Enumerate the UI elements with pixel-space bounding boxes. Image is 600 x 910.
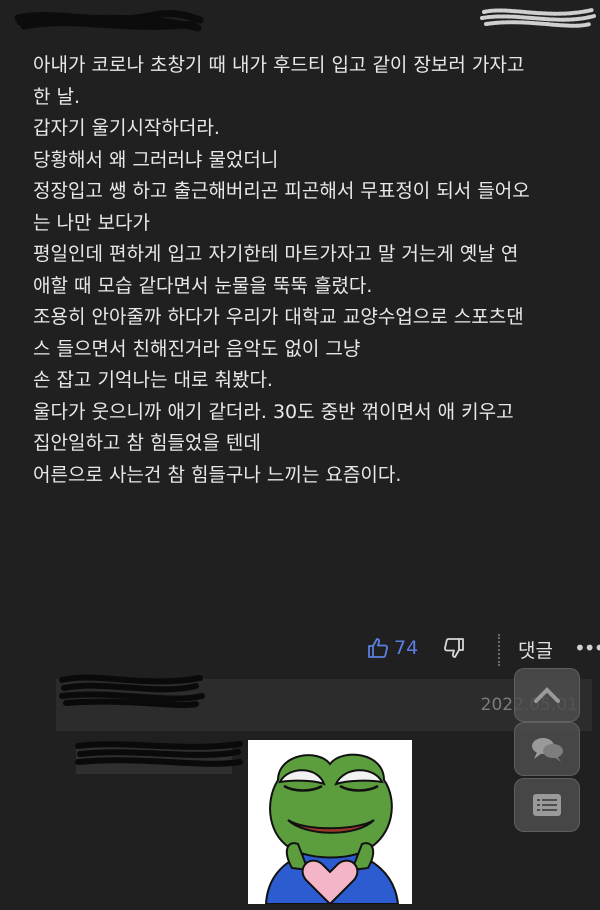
redacted-scribble bbox=[480, 8, 596, 28]
post-line: 어른으로 사는건 참 힘들구나 느끼는 요즘이다. bbox=[33, 463, 402, 486]
list-button[interactable] bbox=[514, 778, 580, 832]
list-icon bbox=[533, 794, 561, 816]
thumbs-down-icon bbox=[444, 638, 464, 658]
frog-sticker-image bbox=[248, 740, 412, 906]
more-options-icon[interactable]: ••• bbox=[574, 636, 600, 660]
frog-hugging-heart-icon bbox=[248, 740, 412, 906]
post-line: 한 날. bbox=[33, 85, 81, 108]
arrow-up-icon bbox=[534, 687, 560, 703]
comments-button[interactable] bbox=[514, 722, 580, 776]
post-body: 아내가 코로나 초창기 때 내가 후드티 입고 같이 장보러 가자고한 날. 갑자… bbox=[33, 50, 593, 491]
comment-button[interactable]: 댓글 bbox=[518, 636, 553, 663]
post-line: 갑자기 울기시작하더라. bbox=[33, 117, 220, 139]
thumbs-up-icon bbox=[368, 638, 388, 658]
post-line: 는 나만 보다가 bbox=[33, 211, 150, 234]
post-header bbox=[0, 0, 600, 44]
redacted-reply-name-scribble bbox=[75, 741, 243, 767]
post-line: 울다가 웃으니까 애기 같더라. 30도 중반 꺾이면서 애 키우고 bbox=[33, 400, 514, 423]
post-line: 조용히 안아줄까 하다가 우리가 대학교 교양수업으로 스포츠댄 bbox=[33, 306, 524, 328]
post-line: 스 들으면서 친해진거라 음악도 없이 그냥 bbox=[33, 337, 361, 360]
redacted-reply-author-scribble bbox=[59, 674, 205, 708]
post-line: 아내가 코로나 초창기 때 내가 후드티 입고 같이 장보러 가자고 bbox=[33, 54, 525, 76]
post-line: 애할 때 모습 같다면서 눈물을 뚝뚝 흘렸다. bbox=[33, 274, 373, 297]
post-line: 정장입고 쌩 하고 출근해버리곤 피곤해서 무표정이 되서 들어오 bbox=[33, 180, 530, 202]
dislike-button[interactable] bbox=[442, 636, 468, 662]
post-line: 당황해서 왜 그러러냐 물었더니 bbox=[33, 148, 279, 171]
scroll-top-button[interactable] bbox=[514, 668, 580, 722]
post-line: 집안일하고 참 힘들었을 텐데 bbox=[33, 432, 261, 454]
like-button[interactable]: 74 bbox=[366, 634, 418, 662]
post-line: 평일인데 편하게 입고 자기한테 마트가자고 말 거는게 옛날 연 bbox=[33, 243, 519, 265]
post-line: 손 잡고 기억나는 대로 춰봤다. bbox=[33, 369, 273, 391]
post-actions: 74 댓글 ••• bbox=[366, 628, 600, 670]
speech-bubbles-icon bbox=[532, 738, 563, 762]
action-divider bbox=[498, 634, 500, 666]
redacted-author-scribble bbox=[14, 10, 204, 32]
like-count: 74 bbox=[394, 637, 419, 659]
